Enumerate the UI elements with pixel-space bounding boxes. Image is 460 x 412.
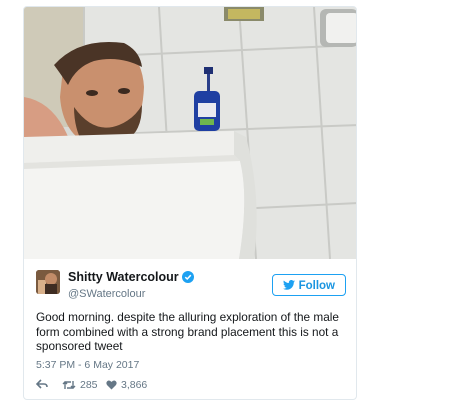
tweet-text: Good morning. despite the alluring explo… [36, 310, 339, 353]
reply-button[interactable] [36, 379, 52, 389]
display-name-row[interactable]: Shitty Watercolour [68, 270, 194, 287]
retweet-button[interactable]: 285 [62, 379, 98, 391]
like-count: 3,866 [121, 379, 148, 391]
tweet-card: Shitty Watercolour @SWatercolour Follow … [23, 6, 357, 400]
reply-icon [36, 379, 48, 389]
heart-icon [106, 380, 117, 390]
verified-badge-icon [181, 271, 194, 287]
display-name[interactable]: Shitty Watercolour [68, 270, 179, 284]
tweet-header: Shitty Watercolour @SWatercolour Follow [36, 270, 346, 302]
tweet-timestamp[interactable]: 5:37 PM - 6 May 2017 [36, 359, 139, 371]
follow-button[interactable]: Follow [271, 274, 346, 298]
like-button[interactable]: 3,866 [106, 379, 147, 391]
handle[interactable]: @SWatercolour [68, 287, 194, 302]
follow-label: Follow [298, 280, 335, 292]
retweet-count: 285 [80, 379, 98, 391]
tweet-photo[interactable] [24, 7, 356, 259]
author-names: Shitty Watercolour @SWatercolour [68, 270, 194, 302]
avatar[interactable] [36, 270, 60, 294]
twitter-bird-icon [282, 276, 295, 298]
retweet-icon [62, 381, 76, 389]
